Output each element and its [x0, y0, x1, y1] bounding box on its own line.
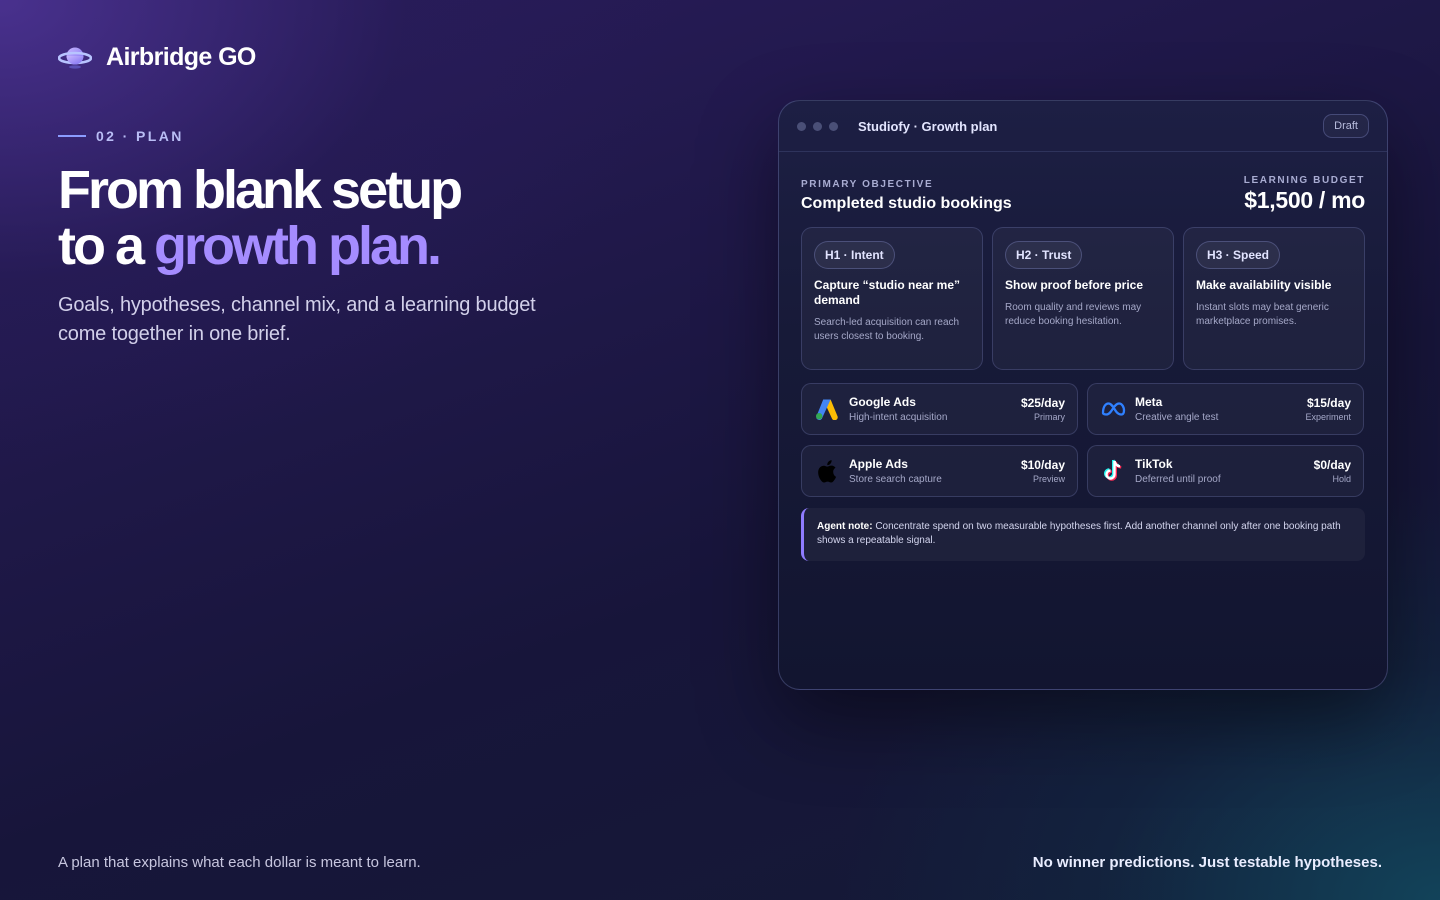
window-dot-close[interactable]: [797, 121, 806, 131]
objective-value: Completed studio bookings: [801, 195, 1012, 212]
channel-amount: $10/day: [1020, 458, 1065, 472]
window-controls: [797, 121, 838, 131]
learning-budget: LEARNING BUDGET $1,500 / mo: [1243, 175, 1366, 214]
channel-sub: Creative angle test: [1135, 412, 1219, 423]
channel-apple-ads[interactable]: Apple Ads Store search capture $10/day P…: [801, 445, 1078, 497]
tiktok-icon: [1100, 458, 1126, 484]
hypothesis-tag: H2 · Trust: [1005, 241, 1083, 269]
planet-icon: [58, 47, 92, 69]
channel-sub: Deferred until proof: [1135, 474, 1221, 485]
headline-line-2-prefix: to a: [58, 216, 155, 276]
hypothesis-tag: H1 · Intent: [814, 241, 895, 269]
channel-amount: $25/day: [1020, 396, 1065, 410]
channel-google-ads[interactable]: Google Ads High-intent acquisition $25/d…: [801, 383, 1078, 435]
footer-tagline-right: No winner predictions. Just testable hyp…: [1032, 854, 1382, 871]
hypothesis-title: Make availability visible: [1196, 278, 1332, 292]
hypothesis-card-h3[interactable]: H3 · Speed Make availability visible Ins…: [1183, 227, 1365, 370]
primary-objective: PRIMARY OBJECTIVE Completed studio booki…: [801, 179, 1012, 214]
eyebrow-text: 02 · PLAN: [96, 128, 184, 144]
hypothesis-desc: Room quality and reviews may reduce book…: [1005, 302, 1142, 327]
agent-note: Agent note: Concentrate spend on two mea…: [801, 508, 1365, 561]
channel-status: Hold: [1332, 474, 1351, 484]
channel-meta[interactable]: Meta Creative angle test $15/day Experim…: [1087, 383, 1364, 435]
hypothesis-desc: Instant slots may beat generic marketpla…: [1196, 302, 1329, 327]
channel-status: Experiment: [1305, 412, 1351, 422]
window-titlebar: Studiofy · Growth plan Draft: [779, 101, 1387, 152]
headline-accent: growth plan.: [154, 216, 442, 276]
objective-row: PRIMARY OBJECTIVE Completed studio booki…: [801, 175, 1365, 214]
agent-note-text: Concentrate spend on two measurable hypo…: [817, 521, 1341, 546]
hypothesis-card-h2[interactable]: H2 · Trust Show proof before price Room …: [992, 227, 1174, 370]
google-ads-icon: [814, 396, 840, 422]
channel-mix: Google Ads High-intent acquisition $25/d…: [801, 383, 1365, 497]
channel-name: TikTok: [1135, 457, 1173, 471]
hypothesis-tag: H3 · Speed: [1196, 241, 1281, 269]
window-title: Studiofy · Growth plan: [858, 118, 998, 134]
hypotheses-grid: H1 · Intent Capture “studio near me” dem…: [801, 227, 1365, 370]
page-title: From blank setup to a growth plan.: [58, 160, 463, 276]
agent-note-label: Agent note:: [817, 521, 873, 532]
window-dot-minimize[interactable]: [813, 121, 822, 131]
objective-label: PRIMARY OBJECTIVE: [801, 179, 934, 190]
eyebrow-line: [58, 135, 86, 137]
meta-icon: [1100, 396, 1126, 422]
channel-sub: Store search capture: [849, 474, 942, 485]
channel-amount: $0/day: [1313, 458, 1351, 472]
channel-status: Primary: [1034, 412, 1065, 422]
section-eyebrow: 02 · PLAN: [58, 128, 184, 144]
status-badge: Draft: [1323, 114, 1369, 138]
footer-tagline-left: A plan that explains what each dollar is…: [58, 854, 421, 871]
channel-amount: $15/day: [1306, 396, 1351, 410]
window-dot-maximize[interactable]: [829, 121, 838, 131]
hypothesis-title: Show proof before price: [1005, 278, 1144, 292]
budget-label: LEARNING BUDGET: [1243, 175, 1365, 186]
channel-name: Apple Ads: [849, 457, 908, 471]
channel-name: Google Ads: [849, 395, 916, 409]
headline-line-1: From blank setup: [58, 160, 463, 220]
brand-name: Airbridge GO: [106, 42, 256, 71]
channel-sub: High-intent acquisition: [849, 412, 948, 423]
channel-name: Meta: [1135, 395, 1163, 409]
channel-tiktok[interactable]: TikTok Deferred until proof $0/day Hold: [1087, 445, 1364, 497]
channel-status: Preview: [1032, 474, 1065, 484]
hypothesis-desc: Search-led acquisition can reach users c…: [814, 317, 960, 342]
budget-value: $1,500 / mo: [1244, 187, 1365, 213]
subhead: Goals, hypotheses, channel mix, and a le…: [58, 294, 536, 345]
growth-plan-window: Studiofy · Growth plan Draft PRIMARY OBJ…: [778, 100, 1388, 690]
hypothesis-card-h1[interactable]: H1 · Intent Capture “studio near me” dem…: [801, 227, 983, 370]
apple-icon: [814, 458, 840, 484]
brand: Airbridge GO: [58, 42, 256, 72]
hypothesis-title: Capture “studio near me” demand: [814, 278, 961, 307]
